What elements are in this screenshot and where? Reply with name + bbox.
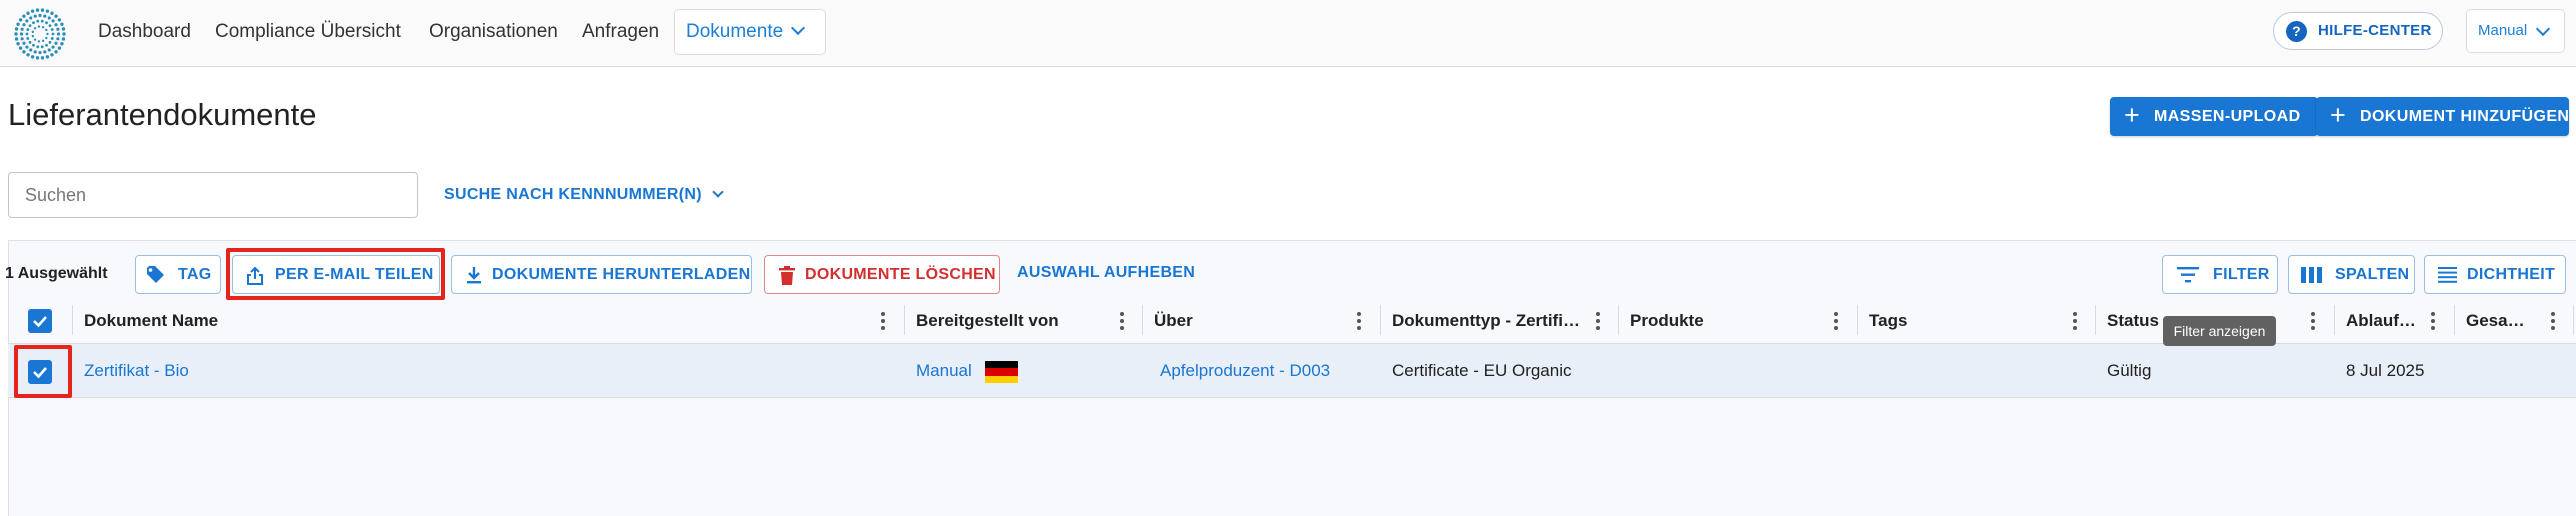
kebab-icon[interactable] (2431, 312, 2435, 330)
columns-label: SPALTEN (2335, 266, 2410, 283)
search-input[interactable] (8, 172, 418, 218)
checkbox-checked-icon (33, 316, 47, 328)
bulk-upload-label: MASSEN-UPLOAD (2154, 108, 2301, 125)
add-document-button[interactable]: + DOKUMENT HINZUFÜGEN (2316, 97, 2569, 136)
user-name: Manual (2478, 22, 2528, 39)
plus-icon: + (2330, 100, 2347, 130)
column-separator (2573, 305, 2574, 335)
column-header-expiry[interactable]: Ablauf… (2346, 307, 2428, 335)
nav-dashboard[interactable]: Dashboard (98, 0, 191, 63)
cell-about[interactable]: Apfelproduzent - D003 (1160, 360, 1330, 382)
kebab-icon[interactable] (1596, 312, 1600, 330)
column-separator (1142, 305, 1143, 335)
column-header-tags[interactable]: Tags (1869, 307, 2069, 335)
column-header-products[interactable]: Produkte (1630, 307, 1830, 335)
search-mode-dropdown[interactable]: SUCHE NACH KENNNUMMER(N) (444, 186, 724, 204)
selected-count: 1 Ausgewählt (5, 265, 108, 282)
highlight-box (14, 345, 72, 398)
logo-icon[interactable] (12, 6, 68, 62)
chevron-down-icon (712, 186, 724, 198)
kebab-icon[interactable] (881, 312, 885, 330)
cell-expiry: 8 Jul 2025 (2346, 361, 2425, 380)
top-navigation: Dashboard Compliance Übersicht Organisat… (0, 0, 2576, 67)
kebab-icon[interactable] (2311, 312, 2315, 330)
column-separator (2334, 305, 2335, 335)
nav-documents-label: Dokumente (686, 21, 784, 42)
column-separator (2454, 305, 2455, 335)
column-separator (904, 305, 905, 335)
delete-documents-button[interactable]: DOKUMENTE LÖSCHEN (764, 255, 1000, 294)
nav-compliance-overview[interactable]: Compliance Übersicht (215, 0, 401, 63)
page-title: Lieferantendokumente (8, 97, 317, 132)
kebab-icon[interactable] (2073, 312, 2077, 330)
chevron-down-icon (2535, 21, 2551, 37)
clear-selection-button[interactable]: AUSWAHL AUFHEBEN (1017, 264, 1195, 282)
tag-button[interactable]: TAG (135, 255, 221, 294)
cell-document-name[interactable]: Zertifikat - Bio (84, 360, 189, 382)
kebab-icon[interactable] (2551, 312, 2555, 330)
nav-organisations[interactable]: Organisationen (429, 0, 558, 63)
download-icon (467, 267, 481, 284)
filter-label: FILTER (2213, 266, 2270, 283)
nav-documents[interactable]: Dokumente (674, 9, 827, 55)
chevron-down-icon (791, 20, 806, 36)
column-separator (2095, 305, 2096, 335)
help-center-button[interactable]: ? HILFE-CENTER (2273, 12, 2443, 50)
download-documents-button[interactable]: DOKUMENTE HERUNTERLADEN (451, 255, 752, 294)
column-separator (1857, 305, 1858, 335)
trash-icon (779, 266, 795, 285)
highlight-box (226, 248, 445, 300)
cell-provided-by[interactable]: Manual (916, 360, 972, 382)
select-all-checkbox[interactable] (28, 309, 52, 333)
column-separator (1618, 305, 1619, 335)
cell-status: Gültig (2107, 361, 2152, 380)
help-icon: ? (2286, 21, 2307, 42)
filter-icon (2177, 267, 2199, 283)
plus-icon: + (2124, 100, 2141, 130)
help-center-label: HILFE-CENTER (2318, 22, 2432, 39)
density-icon (2438, 267, 2457, 283)
delete-documents-label: DOKUMENTE LÖSCHEN (805, 266, 996, 283)
columns-button[interactable]: SPALTEN (2288, 255, 2415, 294)
column-header-document-name[interactable]: Dokument Name (84, 307, 504, 335)
column-header-total[interactable]: Gesa… (2466, 307, 2532, 335)
nav-requests[interactable]: Anfragen (582, 0, 659, 63)
columns-icon (2301, 267, 2322, 283)
kebab-icon[interactable] (1834, 312, 1838, 330)
column-header-about[interactable]: Über (1154, 307, 1354, 335)
column-header-provided-by[interactable]: Bereitgestellt von (916, 307, 1116, 335)
column-header-status[interactable]: Status (2107, 307, 2167, 335)
add-document-label: DOKUMENT HINZUFÜGEN (2360, 108, 2570, 125)
filter-button[interactable]: FILTER (2162, 255, 2278, 294)
density-button[interactable]: DICHTHEIT (2424, 255, 2566, 294)
tag-label: TAG (178, 266, 212, 283)
tag-icon (147, 266, 164, 283)
download-documents-label: DOKUMENTE HERUNTERLADEN (492, 266, 751, 283)
density-label: DICHTHEIT (2467, 266, 2556, 283)
user-menu-button[interactable]: Manual (2466, 9, 2565, 53)
kebab-icon[interactable] (1357, 312, 1361, 330)
filter-tooltip: Filter anzeigen (2163, 316, 2276, 346)
kebab-icon[interactable] (1120, 312, 1124, 330)
flag-de-icon (985, 361, 1018, 383)
search-mode-label: SUCHE NACH KENNNUMMER(N) (444, 186, 702, 203)
bulk-upload-button[interactable]: + MASSEN-UPLOAD (2110, 97, 2318, 136)
cell-document-type: Certificate - EU Organic (1392, 361, 1572, 380)
column-separator (1380, 305, 1381, 335)
column-header-document-type[interactable]: Dokumenttyp - Zertifi… (1392, 307, 1597, 335)
column-separator (72, 305, 73, 335)
